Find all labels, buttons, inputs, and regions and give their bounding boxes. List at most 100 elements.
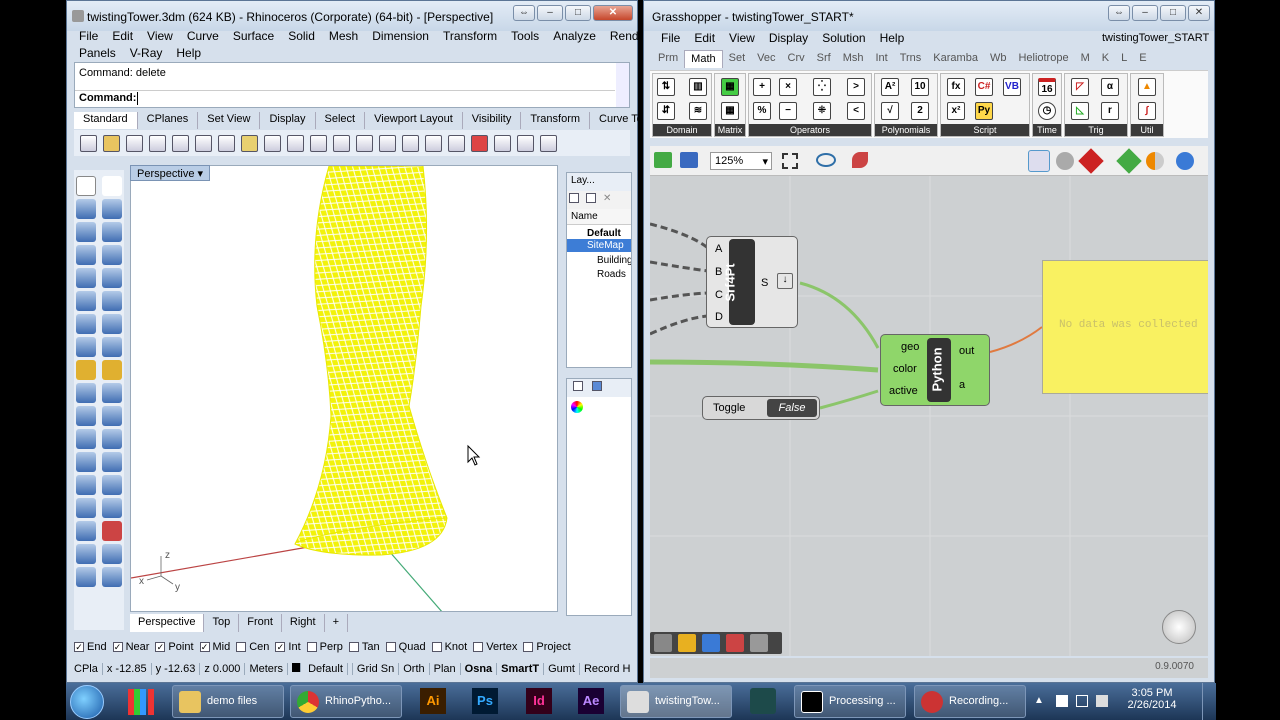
gh-tab-m[interactable]: M <box>1075 50 1096 68</box>
tray-expand-icon[interactable]: ▲ <box>1034 695 1044 706</box>
menu-analyze[interactable]: Analyze <box>546 29 603 43</box>
subtraction-icon[interactable]: − <box>779 102 797 120</box>
block-icon[interactable] <box>76 498 96 518</box>
menu-transform[interactable]: Transform <box>436 29 504 43</box>
circle-icon[interactable] <box>76 222 96 242</box>
osnap-project-checkbox[interactable] <box>523 642 534 653</box>
analyze-icon[interactable] <box>102 498 122 518</box>
point-icon[interactable] <box>102 176 122 196</box>
apps-grid-icon[interactable] <box>128 689 154 715</box>
copy-icon[interactable] <box>218 134 235 152</box>
explode-icon[interactable] <box>102 360 122 380</box>
osnap-knot-checkbox[interactable] <box>431 642 442 653</box>
domain-bounds-icon[interactable]: ▥ <box>689 78 707 96</box>
addition-icon[interactable]: + <box>753 78 771 96</box>
layer-buildings[interactable]: Buildings <box>567 252 631 266</box>
gh-menu-display[interactable]: Display <box>762 31 815 45</box>
layer-roads[interactable]: Roads <box>567 266 631 280</box>
tab-viewport-layout[interactable]: Viewport Layout <box>365 112 463 129</box>
tab-transform[interactable]: Transform <box>521 112 591 129</box>
menu-tools[interactable]: Tools <box>504 29 546 43</box>
menu-curve[interactable]: Curve <box>180 29 226 43</box>
new-sublayer-icon[interactable] <box>586 193 596 203</box>
gh-tab-intersect[interactable]: Int <box>869 50 893 68</box>
render-car-icon[interactable] <box>471 134 488 152</box>
gh-tab-vector[interactable]: Vec <box>751 50 781 68</box>
bake-icon[interactable] <box>1116 148 1142 174</box>
vtab-perspective[interactable]: Perspective <box>130 614 205 632</box>
gh-python-icon[interactable] <box>702 634 720 652</box>
sketch-pen-icon[interactable] <box>852 152 868 168</box>
flag-icon[interactable] <box>1056 695 1068 707</box>
zoom-selected-icon[interactable] <box>402 134 419 152</box>
color-wheel-icon[interactable] <box>571 401 583 413</box>
gh-restore-icon[interactable]: ⇔ <box>1108 5 1130 21</box>
gh-tab-surface[interactable]: Srf <box>811 50 837 68</box>
osnap-knot[interactable]: Knot <box>431 641 467 653</box>
osnap-end-checkbox[interactable]: ✓ <box>74 642 84 653</box>
preview-eye-icon[interactable] <box>816 153 836 167</box>
cut-icon[interactable] <box>195 134 212 152</box>
python-input-color[interactable]: color <box>893 363 917 375</box>
gh-open-folder-icon[interactable] <box>654 152 672 168</box>
status-units[interactable]: Meters <box>245 663 289 675</box>
vtab-right[interactable]: Right <box>282 614 325 632</box>
sine-r-icon[interactable]: r <box>1101 102 1119 120</box>
square-root-icon[interactable]: √ <box>881 102 899 120</box>
paint-icon[interactable] <box>76 567 96 587</box>
gh-close-button[interactable]: ✕ <box>1188 5 1210 21</box>
vb-script-icon[interactable]: VB <box>1003 78 1021 96</box>
close-button[interactable]: ✕ <box>593 5 633 21</box>
tab-display[interactable]: Display <box>260 112 316 129</box>
gh-title-bar[interactable]: Grasshopper - twistingTower_START* ⇔ – □… <box>644 1 1214 31</box>
srf4pt-output-s[interactable]: S <box>761 277 768 289</box>
zoom-extents-icon[interactable] <box>379 134 396 152</box>
paste-icon[interactable] <box>241 134 258 152</box>
delete-icon[interactable] <box>102 567 122 587</box>
print-icon[interactable] <box>149 134 166 152</box>
status-grid-snap[interactable]: Grid Sn <box>353 663 400 675</box>
gh-save-icon[interactable] <box>680 152 698 168</box>
restore-icon[interactable]: ⇔ <box>513 5 535 21</box>
grid-icon[interactable] <box>448 134 465 152</box>
mirror-icon[interactable] <box>102 475 122 495</box>
panel-component[interactable]: No data was collected <box>1042 260 1208 394</box>
osnap-mid[interactable]: ✓ Mid <box>199 641 230 653</box>
osnap-quad-checkbox[interactable] <box>385 642 396 653</box>
menu-mesh[interactable]: Mesh <box>322 29 365 43</box>
task-demo-files[interactable]: demo files <box>172 685 284 718</box>
gh-menu-file[interactable]: File <box>654 31 687 45</box>
task-recording[interactable]: Recording... <box>914 685 1026 718</box>
gaussian-icon[interactable]: ▲ <box>1138 78 1156 96</box>
gh-sketch-icon[interactable] <box>678 634 696 652</box>
preview-wire-icon[interactable] <box>1028 150 1050 172</box>
display-sphere-icon[interactable] <box>1176 152 1194 170</box>
rectangle-icon[interactable] <box>102 245 122 265</box>
scale-icon[interactable] <box>102 452 122 472</box>
python-component[interactable]: geo color active Python out a <box>880 334 990 406</box>
python-output-a[interactable]: a <box>959 379 965 391</box>
pan-hand-icon[interactable] <box>287 134 304 152</box>
osnap-near[interactable]: ✓ Near <box>112 641 149 653</box>
boolean-icon[interactable] <box>76 406 96 426</box>
grasshopper-app-icon[interactable] <box>750 688 776 714</box>
new-layer-icon[interactable] <box>569 193 579 203</box>
vtab-front[interactable]: Front <box>239 614 282 632</box>
domain-icon[interactable]: ⇅ <box>657 78 675 96</box>
srf4pt-input-d[interactable]: D <box>715 311 723 323</box>
undo-view-icon[interactable] <box>425 134 442 152</box>
material-icon[interactable] <box>1146 152 1164 170</box>
task-twistingtower[interactable]: twistingTow... <box>620 685 732 718</box>
gh-menu-help[interactable]: Help <box>873 31 912 45</box>
calendar-icon[interactable]: 16 <box>1038 78 1056 96</box>
evaluate-icon[interactable]: x² <box>947 102 965 120</box>
loft-icon[interactable] <box>102 291 122 311</box>
gh-tab-mesh[interactable]: Msh <box>837 50 870 68</box>
preview-shaded-icon[interactable] <box>1056 152 1074 170</box>
chevron-down-icon[interactable]: ▾ <box>198 168 204 180</box>
less-than-icon[interactable]: < <box>847 102 865 120</box>
gh-cluster-icon[interactable] <box>726 634 744 652</box>
status-ortho[interactable]: Orth <box>399 663 430 675</box>
rotate-icon[interactable] <box>76 429 96 449</box>
perspective-viewport[interactable]: z x y <box>130 165 558 612</box>
